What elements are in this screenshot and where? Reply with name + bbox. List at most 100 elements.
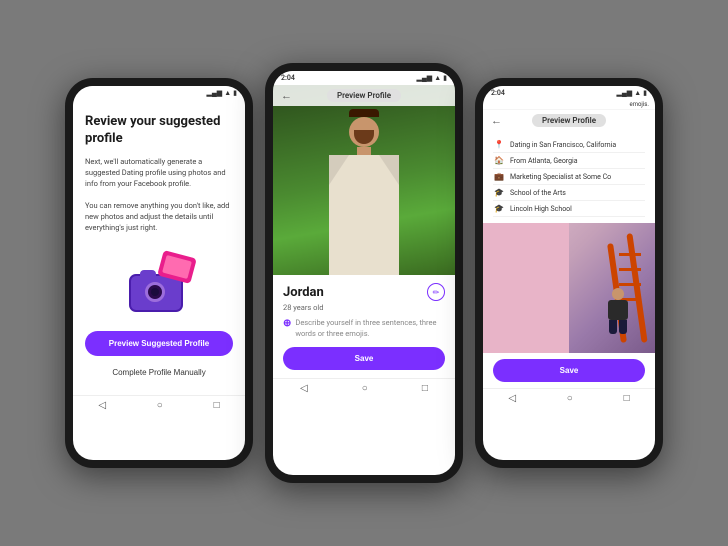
work-icon: 💼	[493, 172, 505, 181]
step-2	[619, 268, 641, 271]
step-1	[619, 253, 641, 256]
review-content: Review your suggested profile Next, we'l…	[73, 100, 245, 395]
phone-3-screen: 2:04 ▂▄▆ ▲ ▮ emojis. ← Preview Profile 📍	[483, 86, 655, 460]
nav-bar-3: ◁ ○ □	[483, 388, 655, 408]
profile-details: 📍 Dating in San Francisco, California 🏠 …	[483, 131, 655, 223]
camera-icon-wrap	[124, 252, 194, 312]
person3-head	[612, 288, 624, 300]
nav-back-2[interactable]: ◁	[300, 383, 308, 394]
review-desc-1: Next, we'll automatically generate a sug…	[85, 156, 233, 190]
detail-row-school1: 🎓 School of the Arts	[493, 185, 645, 201]
school-icon-2: 🎓	[493, 204, 505, 213]
status-bar-1: ▂▄▆ ▲ ▮	[73, 86, 245, 100]
nav-home-2[interactable]: ○	[362, 383, 368, 394]
phone-2-screen: 2:04 ▂▄▆ ▲ ▮	[273, 71, 455, 475]
nav-back-1[interactable]: ◁	[98, 400, 106, 411]
phone-1-screen: ▂▄▆ ▲ ▮ Review your suggested profile Ne…	[73, 86, 245, 460]
hair-top	[349, 109, 379, 117]
top-label: emojis.	[630, 101, 649, 108]
nav-square-2[interactable]: □	[422, 383, 428, 394]
person-on-stairs	[606, 288, 630, 328]
status-bar-3: 2:04 ▂▄▆ ▲ ▮	[483, 86, 655, 100]
profile-info: Jordan ✏ 28 years old ⊕ Describe yoursel…	[273, 275, 455, 378]
leg-right	[619, 320, 627, 334]
time-3: 2:04	[491, 89, 505, 97]
camera-illustration	[85, 247, 233, 317]
signal-icon: ▂▄▆	[206, 89, 222, 97]
lapel-right	[379, 155, 399, 185]
nav-bar-1: ◁ ○ □	[73, 395, 245, 415]
detail-school2: Lincoln High School	[510, 205, 645, 213]
status-bar-2: 2:04 ▂▄▆ ▲ ▮	[273, 71, 455, 85]
detail-location: Dating in San Francisco, California	[510, 141, 645, 149]
edit-icon[interactable]: ✏	[427, 283, 445, 301]
edit-pencil: ✏	[433, 288, 440, 297]
phone-1: ▂▄▆ ▲ ▮ Review your suggested profile Ne…	[65, 78, 253, 468]
nav-back-3[interactable]: ◁	[508, 393, 516, 404]
leg-left	[609, 320, 617, 334]
signal-2: ▂▄▆	[416, 74, 432, 82]
add-bio-row[interactable]: ⊕ Describe yourself in three sentences, …	[283, 318, 445, 339]
home-icon: 🏠	[493, 156, 505, 165]
plus-icon: ⊕	[283, 318, 291, 330]
school-icon-1: 🎓	[493, 188, 505, 197]
preview-header-title-3: Preview Profile	[532, 114, 606, 127]
save-button-3[interactable]: Save	[493, 359, 645, 382]
signal-3: ▂▄▆	[616, 89, 632, 97]
battery-icon-1: ▮	[233, 89, 237, 97]
building-bg	[483, 223, 569, 353]
battery-2: ▮	[443, 74, 447, 82]
back-button-3[interactable]: ←	[491, 115, 502, 127]
status-icons-1: ▂▄▆ ▲ ▮	[206, 89, 237, 97]
review-title: Review your suggested profile	[85, 114, 233, 148]
nav-square-1[interactable]: □	[214, 400, 220, 411]
camera-bump	[140, 270, 156, 278]
detail-row-from: 🏠 From Atlanta, Georgia	[493, 153, 645, 169]
preview-header-title-2: Preview Profile	[327, 89, 401, 102]
suit-body	[329, 155, 399, 275]
detail-row-school2: 🎓 Lincoln High School	[493, 201, 645, 217]
review-desc-2: You can remove anything you don't like, …	[85, 200, 233, 234]
battery-3: ▮	[643, 89, 647, 97]
photo-card-inner	[162, 255, 192, 279]
person-figure	[329, 109, 399, 275]
nav-home-1[interactable]: ○	[157, 400, 163, 411]
person3-body	[608, 300, 628, 320]
neck	[357, 147, 371, 155]
phone3-header: ← Preview Profile	[483, 110, 655, 131]
wifi-icon: ▲	[224, 89, 231, 97]
profile-photo	[273, 85, 455, 275]
bio-placeholder: Describe yourself in three sentences, th…	[295, 318, 445, 339]
detail-row-location: 📍 Dating in San Francisco, California	[493, 137, 645, 153]
preview-suggested-button[interactable]: Preview Suggested Profile	[85, 331, 233, 356]
detail-from: From Atlanta, Georgia	[510, 157, 645, 165]
phone3-save-row: Save	[483, 353, 655, 388]
status-icons-3: ▂▄▆ ▲ ▮	[616, 89, 647, 97]
profile-name: Jordan	[283, 285, 324, 300]
photo-section: ← Preview Profile	[273, 85, 455, 275]
detail-row-job: 💼 Marketing Specialist at Some Co	[493, 169, 645, 185]
complete-manually-button[interactable]: Complete Profile Manually	[85, 364, 233, 381]
nav-square-3[interactable]: □	[624, 393, 630, 404]
person3-legs	[606, 320, 630, 334]
time-2: 2:04	[281, 74, 295, 82]
profile-name-row: Jordan ✏	[283, 283, 445, 301]
phone-3: 2:04 ▂▄▆ ▲ ▮ emojis. ← Preview Profile 📍	[475, 78, 663, 468]
back-button-2[interactable]: ←	[281, 90, 292, 102]
detail-job: Marketing Specialist at Some Co	[510, 173, 645, 181]
phone-2: 2:04 ▂▄▆ ▲ ▮	[265, 63, 463, 483]
top-notif: emojis.	[483, 100, 655, 110]
preview-header-2: ← Preview Profile	[273, 85, 455, 106]
wifi-3: ▲	[634, 89, 641, 97]
beard	[354, 130, 374, 144]
lapel-left	[329, 155, 349, 185]
phone3-photo	[483, 223, 655, 353]
location-icon: 📍	[493, 140, 505, 149]
save-button-2[interactable]: Save	[283, 347, 445, 370]
step-3	[619, 283, 641, 286]
head	[349, 117, 379, 147]
nav-bar-2: ◁ ○ □	[273, 378, 455, 398]
detail-school1: School of the Arts	[510, 189, 645, 197]
status-icons-2: ▂▄▆ ▲ ▮	[416, 74, 447, 82]
nav-home-3[interactable]: ○	[567, 393, 573, 404]
